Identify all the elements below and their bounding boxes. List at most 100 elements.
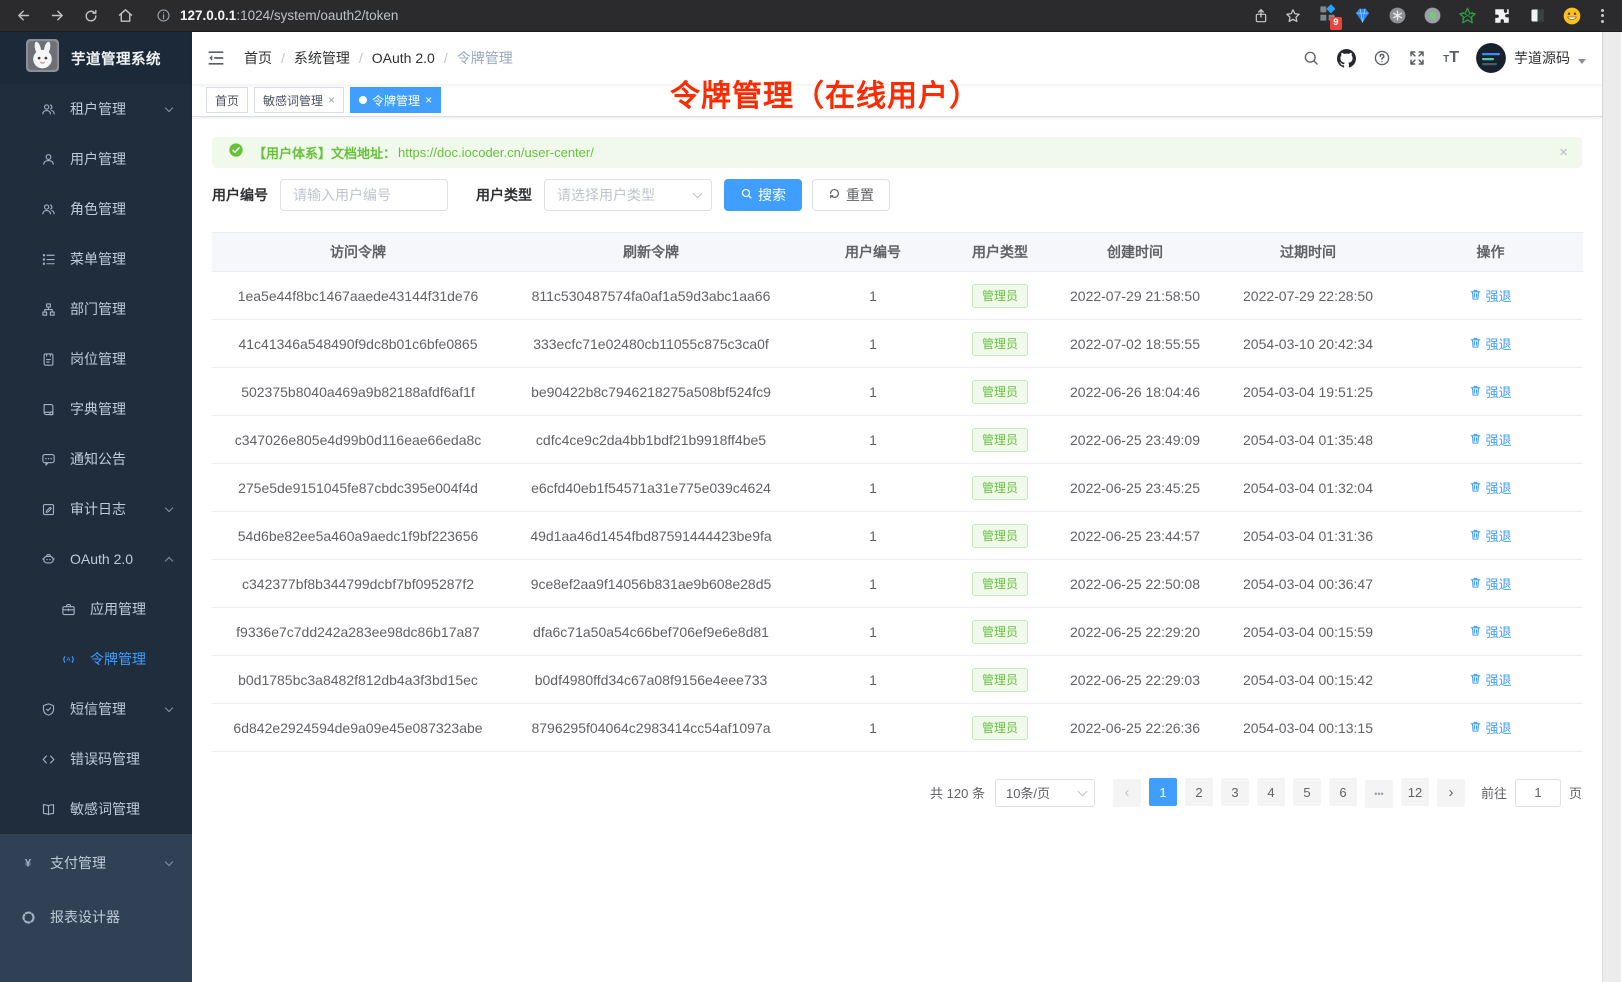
page-button-4[interactable]: 4: [1257, 778, 1285, 806]
sidebar-item-notice[interactable]: 通知公告: [0, 434, 192, 484]
sidebar-item-label: 错误码管理: [70, 749, 140, 769]
share-icon[interactable]: [1253, 8, 1269, 24]
address-bar[interactable]: 127.0.0.1:1024/system/oauth2/token: [156, 8, 1253, 23]
breadcrumb-item[interactable]: OAuth 2.0: [372, 50, 435, 66]
tag-首页[interactable]: 首页: [206, 87, 248, 113]
sidebar-item-tenant[interactable]: 租户管理: [0, 84, 192, 134]
sidebar-item-menu[interactable]: 菜单管理: [0, 234, 192, 284]
extension-emoji-icon[interactable]: [1562, 6, 1582, 26]
page-button-2[interactable]: 2: [1185, 778, 1213, 806]
sidebar-item-sms[interactable]: 短信管理: [0, 684, 192, 734]
github-icon[interactable]: [1337, 49, 1356, 68]
sidebar-item-label: 通知公告: [70, 449, 126, 469]
trash-icon: [1469, 336, 1482, 352]
browser-menu-icon[interactable]: [1597, 9, 1608, 23]
page-scrollbar[interactable]: [1602, 32, 1621, 982]
breadcrumb-item[interactable]: 首页: [244, 48, 272, 68]
force-logout-button[interactable]: 强退: [1469, 718, 1511, 737]
sidebar-item-report[interactable]: 报表设计器: [0, 890, 192, 944]
sidebar-item-user[interactable]: 用户管理: [0, 134, 192, 184]
search-button[interactable]: 搜索: [724, 179, 802, 211]
sidebar-item-role[interactable]: 角色管理: [0, 184, 192, 234]
force-logout-button[interactable]: 强退: [1469, 574, 1511, 593]
browser-home-icon[interactable]: [108, 7, 142, 24]
force-logout-button[interactable]: 强退: [1469, 622, 1511, 641]
force-logout-button[interactable]: 强退: [1469, 526, 1511, 545]
extension-puzzle-icon[interactable]: [1492, 6, 1512, 26]
table-cell: 2022-06-25 23:49:09: [1052, 416, 1218, 464]
page-button-5[interactable]: 5: [1293, 778, 1321, 806]
browser-back-icon[interactable]: [6, 7, 40, 24]
tag-close-icon[interactable]: ×: [425, 93, 432, 107]
user-type-badge: 管理员: [972, 668, 1028, 692]
force-logout-button[interactable]: 强退: [1469, 478, 1511, 497]
sidebar-item-post[interactable]: 岗位管理: [0, 334, 192, 384]
force-logout-button[interactable]: 强退: [1469, 430, 1511, 449]
more-pages-button[interactable]: •••: [1365, 780, 1393, 808]
sidebar-item-pay[interactable]: ¥支付管理: [0, 836, 192, 890]
table-row: 502375b8040a469a9b82188afdf6af1fbe90422b…: [212, 368, 1583, 416]
sidebar-item-dict[interactable]: 字典管理: [0, 384, 192, 434]
sidebar-item-oauth2-token[interactable]: A令牌管理: [0, 634, 192, 684]
trash-icon: [1469, 432, 1482, 448]
user-type-select[interactable]: 请选择用户类型: [544, 179, 712, 211]
fullscreen-icon[interactable]: [1408, 49, 1426, 67]
table-row: f9336e7c7dd242a283ee98dc86b17a87dfa6c71a…: [212, 608, 1583, 656]
tag-敏感词管理[interactable]: 敏感词管理×: [254, 87, 344, 113]
page-button-1[interactable]: 1: [1149, 778, 1177, 806]
sidebar-item-oauth2[interactable]: OAuth 2.0: [0, 534, 192, 584]
sidebar-item-errcode[interactable]: 错误码管理: [0, 734, 192, 784]
user-menu[interactable]: 芋道源码: [1476, 43, 1586, 73]
user-id-input[interactable]: [280, 179, 448, 211]
sidebar-item-dept[interactable]: 部门管理: [0, 284, 192, 334]
extension-gem-icon[interactable]: [1352, 6, 1372, 26]
alert-doc-link[interactable]: https://doc.iocoder.cn/user-center/: [398, 145, 594, 160]
browser-forward-icon[interactable]: [40, 7, 74, 24]
sidebar-item-oauth2-app[interactable]: 应用管理: [0, 584, 192, 634]
svg-text:A: A: [66, 656, 71, 663]
active-dot-icon: [359, 96, 367, 104]
annotation-text: 令牌管理（在线用户）: [670, 71, 980, 115]
extension-record-icon[interactable]: [1422, 6, 1442, 26]
extension-darkmode-icon[interactable]: [1527, 6, 1547, 26]
user-type-label: 用户类型: [476, 185, 532, 205]
bookmark-star-icon[interactable]: [1284, 7, 1302, 25]
site-info-icon[interactable]: [156, 8, 171, 23]
table-cell: 2054-03-04 00:15:42: [1218, 656, 1398, 704]
page-size-select[interactable]: 10条/页: [995, 779, 1095, 807]
font-size-icon[interactable]: TT: [1443, 49, 1459, 67]
table-cell: 2022-07-29 21:58:50: [1052, 272, 1218, 320]
page-button-12[interactable]: 12: [1401, 778, 1429, 806]
trash-icon: [1469, 672, 1482, 688]
alert-close-icon[interactable]: ×: [1559, 144, 1568, 161]
help-icon[interactable]: [1373, 49, 1391, 67]
breadcrumb-item[interactable]: 系统管理: [294, 48, 350, 68]
goto-page-input[interactable]: [1515, 779, 1561, 807]
force-logout-button[interactable]: 强退: [1469, 670, 1511, 689]
force-logout-button[interactable]: 强退: [1469, 334, 1511, 353]
prev-page-button[interactable]: ‹: [1113, 779, 1141, 807]
action-cell: 强退: [1398, 608, 1583, 656]
extension-green-star-icon[interactable]: [1457, 6, 1477, 26]
sidebar-item-audit-log[interactable]: 审计日志: [0, 484, 192, 534]
yen-icon: ¥: [20, 855, 36, 871]
sidebar-fold-icon[interactable]: [206, 47, 228, 69]
search-icon[interactable]: [1302, 49, 1320, 67]
column-header: 用户类型: [948, 233, 1052, 272]
extension-grid-icon[interactable]: 9: [1317, 6, 1337, 26]
extension-asterisk-icon[interactable]: [1387, 6, 1407, 26]
table-cell: 2054-03-04 00:36:47: [1218, 560, 1398, 608]
browser-reload-icon[interactable]: [74, 8, 108, 24]
sidebar-item-sensitive[interactable]: 敏感词管理: [0, 784, 192, 834]
next-page-button[interactable]: ›: [1437, 779, 1465, 807]
reset-button[interactable]: 重置: [812, 179, 890, 211]
action-cell: 强退: [1398, 512, 1583, 560]
tag-close-icon[interactable]: ×: [328, 93, 335, 107]
tag-令牌管理[interactable]: 令牌管理×: [350, 87, 441, 113]
sidebar-item-label: 部门管理: [70, 299, 126, 319]
page-button-6[interactable]: 6: [1329, 778, 1357, 806]
page-button-3[interactable]: 3: [1221, 778, 1249, 806]
app-logo[interactable]: 芋道管理系统: [0, 32, 192, 84]
force-logout-button[interactable]: 强退: [1469, 286, 1511, 305]
force-logout-button[interactable]: 强退: [1469, 382, 1511, 401]
